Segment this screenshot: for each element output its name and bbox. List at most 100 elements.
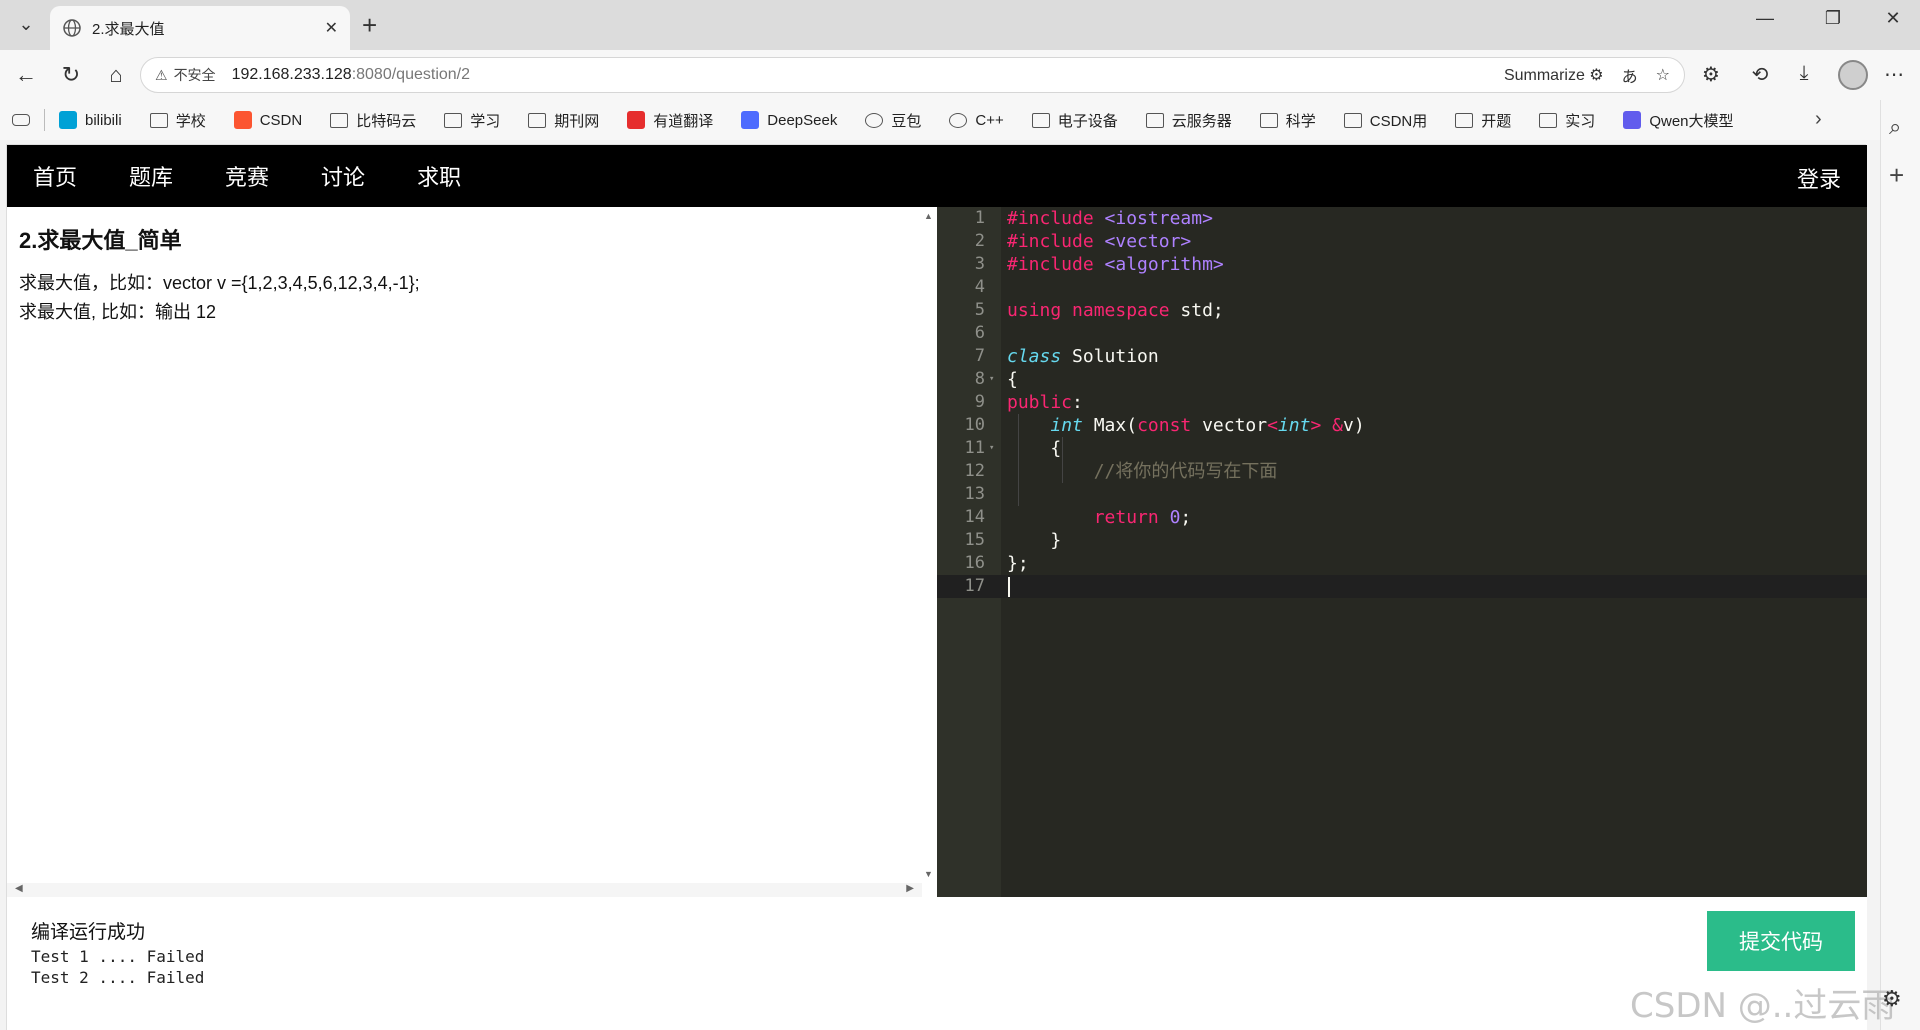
test-result-2: Test 2 .... Failed	[31, 968, 205, 987]
line-number: 16	[964, 553, 985, 573]
bookmark-label: CSDN用	[1369, 112, 1428, 130]
text-cursor	[1008, 577, 1010, 597]
bookmark-item[interactable]: 实习	[1539, 110, 1595, 131]
tab-actions-menu-button[interactable]: ⌄	[10, 8, 42, 40]
add-icon[interactable]: +	[1889, 160, 1904, 191]
bookmark-label: 期刊网	[554, 112, 600, 130]
home-icon[interactable]: ⌂	[100, 60, 132, 90]
bookmark-item[interactable]: Qwen大模型	[1623, 110, 1734, 131]
nav-home[interactable]: 首页	[33, 160, 77, 192]
qwen-icon	[1623, 111, 1642, 129]
scroll-up-icon[interactable]: ▲	[924, 211, 933, 221]
line-number: 5	[974, 300, 985, 320]
settings-gear-icon[interactable]: ⚙	[1882, 986, 1902, 1012]
profile-avatar[interactable]	[1838, 60, 1868, 90]
folder-icon	[149, 112, 168, 128]
line-number: 12	[964, 461, 985, 481]
fold-arrow-icon[interactable]: ▾	[989, 368, 994, 391]
line-number: 6	[974, 323, 985, 343]
bookmark-label: 学习	[470, 112, 501, 130]
new-tab-button[interactable]: +	[362, 10, 377, 41]
history-icon[interactable]: ⟲	[1746, 62, 1774, 87]
bookmark-item[interactable]: 比特码云	[330, 110, 416, 131]
login-link[interactable]: 登录	[1797, 162, 1841, 194]
chevron-right-icon[interactable]: ›	[1815, 108, 1822, 131]
scroll-down-icon[interactable]: ▼	[924, 869, 933, 879]
summarize-button[interactable]: Summarize ⚙	[1504, 65, 1604, 85]
bookmark-label: C++	[975, 111, 1004, 129]
warning-icon[interactable]: ⚠	[155, 67, 168, 84]
line-number: 15	[964, 530, 985, 550]
bookmark-item[interactable]: 豆包	[865, 110, 921, 131]
horizontal-scrollbar[interactable]: ◀ ▶	[7, 883, 922, 897]
csdn-icon	[233, 111, 252, 129]
browser-tab[interactable]: 2.求最大值 ✕	[50, 6, 350, 50]
active-line-highlight	[937, 575, 1867, 598]
minimize-button[interactable]: —	[1745, 8, 1785, 29]
tab-title: 2.求最大值	[92, 20, 165, 38]
code-line-2: #include <vector>	[1007, 231, 1192, 252]
refresh-icon[interactable]: ↻	[55, 60, 87, 90]
scroll-left-icon[interactable]: ◀	[15, 883, 23, 894]
scroll-right-icon[interactable]: ▶	[906, 883, 914, 894]
code-line-11: {	[1050, 438, 1062, 459]
download-icon[interactable]: ⤓	[1790, 62, 1818, 85]
compile-status: 编译运行成功	[31, 922, 146, 943]
nav-problems[interactable]: 题库	[129, 160, 173, 192]
bookmark-item[interactable]: 开题	[1455, 110, 1511, 131]
bookmark-label: bilibili	[85, 111, 122, 129]
back-icon[interactable]: ←	[10, 60, 42, 90]
bookmark-item[interactable]: 电子设备	[1031, 110, 1118, 131]
site-navbar: 首页 题库 竞赛 讨论 求职 登录	[7, 145, 1867, 207]
insecure-label[interactable]: 不安全	[174, 65, 216, 85]
side-panel: ⌕ +	[1880, 100, 1920, 1030]
bookmark-item[interactable]: bilibili	[59, 111, 122, 129]
line-number: 1	[974, 208, 985, 228]
bookmark-label: 科学	[1285, 112, 1316, 130]
bookmark-item[interactable]: 云服务器	[1145, 110, 1232, 131]
close-window-button[interactable]: ✕	[1873, 8, 1913, 29]
bookmark-label: 比特码云	[356, 112, 417, 130]
close-tab-icon[interactable]: ✕	[325, 18, 338, 38]
bookmark-item[interactable]: 期刊网	[528, 110, 599, 131]
nav-jobs[interactable]: 求职	[417, 160, 461, 192]
submit-code-button[interactable]: 提交代码	[1707, 911, 1855, 971]
bookmark-item[interactable]: DeepSeek	[741, 111, 837, 129]
folder-icon	[1539, 112, 1558, 128]
question-text-1: 求最大值，比如：vector v ={1,2,3,4,5,6,12,3,4,-1…	[19, 273, 420, 293]
cpp-icon	[949, 112, 968, 128]
bookmark-item[interactable]: 学习	[444, 110, 500, 131]
translate-icon[interactable]: あ	[1622, 63, 1638, 87]
search-icon[interactable]: ⌕	[1889, 114, 1901, 140]
address-bar[interactable]: ⚠ 不安全 192.168.233.128:8080/question/2 Su…	[140, 57, 1685, 93]
url-host: 192.168.233.128	[231, 66, 352, 83]
bookmarks-toggle-icon[interactable]	[12, 114, 30, 126]
code-editor[interactable]: 1 2 3 4 5 6 7 8 ▾ 9 10 11 ▾ 12 13 14 15 16 17 #include <io…	[937, 207, 1867, 897]
bookmark-item[interactable]: 科学	[1259, 110, 1316, 131]
nav-contest[interactable]: 竞赛	[225, 160, 269, 192]
code-line-15: }	[1050, 530, 1062, 551]
bookmark-item[interactable]: 有道翻译	[627, 110, 713, 131]
restore-button[interactable]: ❐	[1813, 8, 1853, 29]
code-line-1: #include <iostream>	[1007, 208, 1213, 229]
bookmark-label: 有道翻译	[653, 112, 714, 130]
nav-discuss[interactable]: 讨论	[321, 160, 365, 192]
folder-icon	[1145, 112, 1164, 128]
question-title: 2.求最大值_简单	[19, 228, 182, 253]
bilibili-icon	[59, 111, 77, 129]
browser-toolbar: ← ↻ ⌂ ⚠ 不安全 192.168.233.128:8080/questio…	[0, 50, 1920, 100]
vertical-scrollbar[interactable]: ▲ ▼	[922, 207, 936, 883]
bookmark-item[interactable]: 学校	[149, 110, 206, 131]
favorite-star-icon[interactable]: ☆	[1656, 65, 1670, 85]
bookmark-item[interactable]: CSDN用	[1343, 110, 1428, 131]
code-line-16: };	[1007, 553, 1029, 574]
extensions-icon[interactable]: ⚙	[1697, 62, 1725, 87]
result-panel: 编译运行成功 Test 1 .... Failed Test 2 .... Fa…	[7, 897, 1867, 1030]
more-menu-icon[interactable]: ⋯	[1880, 62, 1908, 87]
bookmark-label: 学校	[175, 112, 206, 130]
globe-icon	[63, 19, 81, 37]
bookmark-item[interactable]: CSDN	[233, 111, 302, 129]
bookmark-label: 电子设备	[1057, 112, 1118, 130]
bookmark-item[interactable]: C++	[949, 111, 1004, 129]
fold-arrow-icon[interactable]: ▾	[989, 437, 994, 460]
